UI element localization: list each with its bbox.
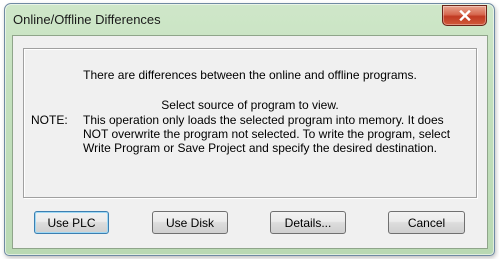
window-title: Online/Offline Differences (13, 12, 161, 27)
select-source-message: Select source of program to view. (161, 98, 339, 112)
title-bar[interactable]: Online/Offline Differences (5, 4, 494, 36)
use-disk-button[interactable]: Use Disk (152, 211, 228, 234)
difference-message: There are differences between the online… (83, 68, 417, 82)
close-icon (458, 10, 471, 21)
details-button[interactable]: Details... (270, 211, 346, 234)
close-button[interactable] (442, 5, 487, 26)
message-group: There are differences between the online… (23, 48, 477, 198)
use-plc-button[interactable]: Use PLC (34, 211, 109, 234)
dialog-window: Online/Offline Differences There are dif… (4, 3, 495, 256)
note-label: NOTE: (31, 113, 68, 127)
cancel-button[interactable]: Cancel (388, 211, 465, 234)
dialog-body: There are differences between the online… (12, 35, 488, 249)
note-text: This operation only loads the selected p… (83, 113, 451, 155)
